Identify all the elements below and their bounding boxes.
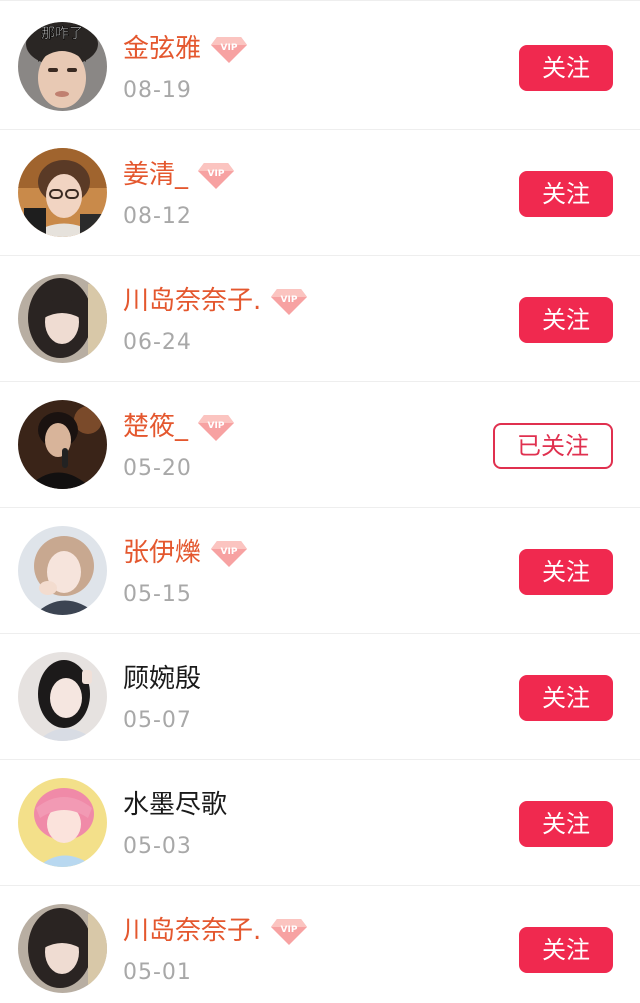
name-line: 顾婉殷 bbox=[123, 660, 201, 698]
avatar[interactable]: 那咋了 bbox=[18, 22, 107, 111]
avatar-caption: 那咋了 bbox=[41, 26, 83, 42]
avatar-image bbox=[18, 148, 107, 237]
name-line: 金弦雅 VIP bbox=[123, 30, 249, 68]
avatar[interactable] bbox=[18, 652, 107, 741]
follow-button[interactable]: 关注 bbox=[519, 297, 613, 343]
avatar-image bbox=[18, 652, 107, 741]
user-name[interactable]: 楚筱_ bbox=[123, 408, 188, 446]
list-item[interactable]: 姜清_ VIP 08-12 关注 bbox=[0, 130, 640, 256]
vip-diamond-icon: VIP bbox=[211, 37, 248, 63]
followed-button[interactable]: 已关注 bbox=[493, 423, 613, 469]
svg-text:VIP: VIP bbox=[281, 295, 298, 305]
list-item[interactable]: 楚筱_ VIP 05-20 已关注 bbox=[0, 382, 640, 508]
vip-diamond-icon: VIP bbox=[271, 919, 308, 945]
list-item[interactable]: 川岛奈奈子. VIP 05-01 关注 bbox=[0, 886, 640, 1003]
name-line: 川岛奈奈子. VIP bbox=[123, 282, 309, 320]
svg-text:VIP: VIP bbox=[208, 169, 225, 179]
vip-diamond-icon: VIP bbox=[271, 289, 308, 315]
follow-date: 06-24 bbox=[123, 330, 192, 355]
follow-button[interactable]: 关注 bbox=[519, 927, 613, 973]
avatar[interactable] bbox=[18, 904, 107, 993]
avatar-image bbox=[18, 274, 107, 363]
follow-date: 08-12 bbox=[123, 204, 192, 229]
user-name[interactable]: 张伊爍 bbox=[123, 534, 201, 572]
name-line: 水墨尽歌 bbox=[123, 786, 227, 824]
avatar-image bbox=[18, 400, 107, 489]
avatar[interactable] bbox=[18, 400, 107, 489]
list-item[interactable]: 那咋了 金弦雅 VIP 08-19 关注 bbox=[0, 4, 640, 130]
follow-date: 08-19 bbox=[123, 78, 192, 103]
vip-diamond-icon: VIP bbox=[198, 163, 235, 189]
user-name[interactable]: 顾婉殷 bbox=[123, 660, 201, 698]
avatar-image bbox=[18, 904, 107, 993]
avatar-image: 那咋了 bbox=[18, 22, 107, 111]
follow-button[interactable]: 关注 bbox=[519, 171, 613, 217]
name-line: 张伊爍 VIP bbox=[123, 534, 249, 572]
vip-diamond-icon: VIP bbox=[198, 415, 235, 441]
follow-button[interactable]: 关注 bbox=[519, 549, 613, 595]
follow-button[interactable]: 关注 bbox=[519, 45, 613, 91]
follow-list: 那咋了 金弦雅 VIP 08-19 关注 姜清_ VIP 08-12 关注 川岛… bbox=[0, 0, 640, 1003]
follow-date: 05-20 bbox=[123, 456, 192, 481]
follow-date: 05-01 bbox=[123, 960, 192, 985]
user-name[interactable]: 川岛奈奈子. bbox=[123, 282, 261, 320]
name-line: 川岛奈奈子. VIP bbox=[123, 912, 309, 950]
name-line: 楚筱_ VIP bbox=[123, 408, 236, 446]
avatar-image bbox=[18, 778, 107, 867]
follow-date: 05-07 bbox=[123, 708, 192, 733]
svg-text:VIP: VIP bbox=[208, 421, 225, 431]
user-name[interactable]: 水墨尽歌 bbox=[123, 786, 227, 824]
name-line: 姜清_ VIP bbox=[123, 156, 236, 194]
avatar-image bbox=[18, 526, 107, 615]
svg-text:VIP: VIP bbox=[221, 43, 238, 53]
svg-text:VIP: VIP bbox=[281, 925, 298, 935]
follow-date: 05-15 bbox=[123, 582, 192, 607]
svg-text:VIP: VIP bbox=[221, 547, 238, 557]
list-item[interactable]: 川岛奈奈子. VIP 06-24 关注 bbox=[0, 256, 640, 382]
list-item[interactable]: 水墨尽歌 05-03 关注 bbox=[0, 760, 640, 886]
follow-button[interactable]: 关注 bbox=[519, 801, 613, 847]
list-item[interactable]: 张伊爍 VIP 05-15 关注 bbox=[0, 508, 640, 634]
avatar[interactable] bbox=[18, 526, 107, 615]
user-name[interactable]: 姜清_ bbox=[123, 156, 188, 194]
follow-button[interactable]: 关注 bbox=[519, 675, 613, 721]
user-name[interactable]: 川岛奈奈子. bbox=[123, 912, 261, 950]
avatar[interactable] bbox=[18, 778, 107, 867]
follow-date: 05-03 bbox=[123, 834, 192, 859]
list-item[interactable]: 顾婉殷 05-07 关注 bbox=[0, 634, 640, 760]
vip-diamond-icon: VIP bbox=[211, 541, 248, 567]
avatar[interactable] bbox=[18, 148, 107, 237]
user-name[interactable]: 金弦雅 bbox=[123, 30, 201, 68]
avatar[interactable] bbox=[18, 274, 107, 363]
